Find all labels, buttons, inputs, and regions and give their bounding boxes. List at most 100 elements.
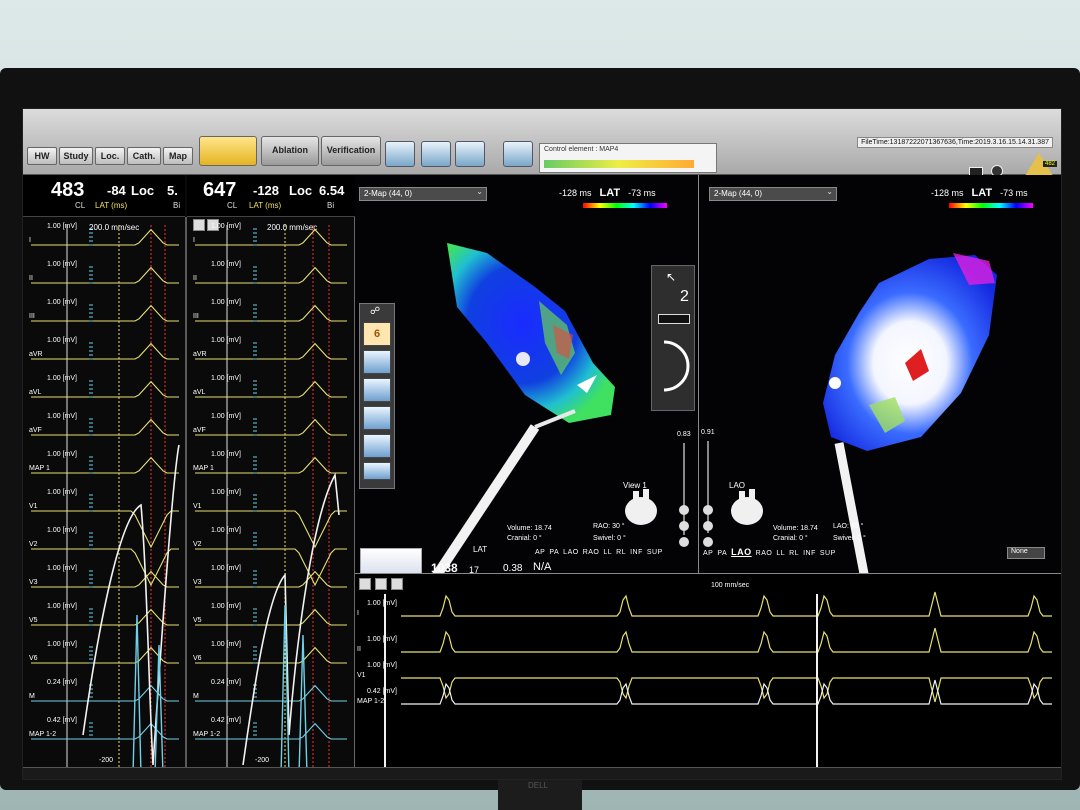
map-view-icon[interactable]: [385, 141, 415, 167]
lead-label: II: [29, 275, 33, 282]
mv-scale-label: 1.00 [mV]: [47, 413, 77, 420]
rotation-dial-icon[interactable]: [654, 336, 694, 396]
rotate-arrow-icon[interactable]: ↖: [666, 270, 676, 284]
slider-knob[interactable]: [679, 505, 689, 515]
map-view-2[interactable]: 2-Map (44, 0) -128 msLAT-73 ms 0.91: [699, 175, 1061, 573]
tab-study[interactable]: Study: [59, 147, 93, 165]
view-button-ll[interactable]: LL: [776, 550, 785, 557]
lead-label: III: [193, 313, 199, 320]
tool-layers-icon[interactable]: [363, 406, 391, 430]
ecg-tick-scale: [253, 646, 257, 664]
lead-label: V3: [193, 579, 202, 586]
ecg-tick-scale: [253, 494, 257, 512]
lead-label: MAP 1-2: [357, 698, 385, 705]
cranial-value: 0 °: [533, 535, 542, 542]
view-button-pa[interactable]: PA: [717, 550, 727, 557]
view-button-rao[interactable]: RAO: [583, 549, 600, 556]
phase-ablation-button[interactable]: Ablation: [261, 136, 319, 166]
slider-knob[interactable]: [679, 537, 689, 547]
mv-scale-label: 1.00 [mV]: [211, 299, 241, 306]
mv-scale-label: 0.42 [mV]: [211, 717, 241, 724]
rao-label: RAO: 30 °: [593, 523, 625, 530]
view-button-pa[interactable]: PA: [549, 549, 559, 556]
view-button-lao[interactable]: LAO: [563, 549, 579, 556]
map-view-1[interactable]: 2-Map (44, 0) -128 msLAT-73 ms ☍: [355, 175, 699, 582]
rotation-panel[interactable]: ↖ 2: [651, 265, 695, 411]
control-element-box[interactable]: Control element : MAP4: [539, 143, 717, 173]
ecg-trace: [31, 380, 179, 398]
phase-verification-button[interactable]: Verification: [321, 136, 381, 166]
mv-scale-label: 1.00 [mV]: [211, 565, 241, 572]
tab-map[interactable]: Map: [163, 147, 193, 165]
layout-icon[interactable]: [421, 141, 451, 167]
ecg-tick-scale: [89, 342, 93, 360]
mv-scale-label: 1.00 [mV]: [47, 375, 77, 382]
tool-points-icon[interactable]: [363, 378, 391, 402]
top-toolbar: HW Study Loc. Cath. Map Ablation Verific…: [23, 109, 1061, 179]
tool-hand-icon[interactable]: [363, 462, 391, 480]
mv-scale-label: 1.00 [mV]: [47, 527, 77, 534]
lead-label: V5: [29, 617, 38, 624]
ecg-trace: [195, 570, 347, 588]
opacity-slider[interactable]: [707, 441, 709, 533]
ecg-trace: [31, 304, 179, 322]
view-button-ap[interactable]: AP: [703, 550, 713, 557]
view-button-inf[interactable]: INF: [803, 550, 816, 557]
lead-label: I: [29, 237, 31, 244]
view-button-ap[interactable]: AP: [535, 549, 545, 556]
cranial-label-text: Cranial:: [773, 535, 798, 542]
phase-active-button[interactable]: [199, 136, 257, 166]
view-grid-icon[interactable]: [658, 314, 690, 324]
tab-hw[interactable]: HW: [27, 147, 57, 165]
ecg-tick-scale: [89, 570, 93, 588]
slider-knob[interactable]: [703, 521, 713, 531]
lead-label: V1: [357, 672, 366, 679]
tools-icon[interactable]: ☍: [370, 306, 380, 317]
lead-label: M: [29, 693, 35, 700]
view-button-inf[interactable]: INF: [630, 549, 643, 556]
slider-knob[interactable]: [679, 521, 689, 531]
lead-label: aVF: [193, 427, 206, 434]
lead-label: aVR: [193, 351, 207, 358]
slider-knob[interactable]: [703, 505, 713, 515]
view-buttons: AP PA LAO RAO LL RL INF SUP: [703, 547, 840, 557]
lead-label: I: [193, 237, 195, 244]
lead-label: aVR: [29, 351, 43, 358]
lead-label: V3: [29, 579, 38, 586]
lead-label: III: [29, 313, 35, 320]
view-button-ll[interactable]: LL: [603, 549, 612, 556]
tool-chart-icon[interactable]: [363, 350, 391, 374]
tool-cut-icon[interactable]: [363, 434, 391, 458]
ecg-trace: [31, 418, 179, 436]
tab-cath[interactable]: Cath.: [127, 147, 161, 165]
lead-label: MAP 1: [29, 465, 50, 472]
settings-icon[interactable]: [455, 141, 485, 167]
rao-value: 30 °: [612, 523, 625, 530]
bottom-ecg-traces: 0s1s2s3s: [355, 591, 1061, 779]
tab-loc[interactable]: Loc.: [95, 147, 125, 165]
view-button-lao[interactable]: LAO: [731, 547, 752, 557]
ecg-tick-scale: [89, 418, 93, 436]
tool-counter[interactable]: 6: [363, 322, 391, 346]
overlay-select[interactable]: None: [1007, 547, 1045, 559]
lead-label: I: [357, 610, 359, 617]
ecg-tick-scale: [89, 456, 93, 474]
ecg-tick-scale: [253, 266, 257, 284]
view-button-sup[interactable]: SUP: [647, 549, 663, 556]
mv-scale-label: 1.00 [mV]: [211, 641, 241, 648]
swivel-label-text: Swivel:: [833, 535, 856, 542]
mv-scale-label: 1.00 [mV]: [211, 337, 241, 344]
refresh-icon[interactable]: [503, 141, 533, 167]
lao-label-text: LAO:: [833, 523, 849, 530]
view-button-rl[interactable]: RL: [789, 550, 799, 557]
slider-knob[interactable]: [703, 537, 713, 547]
view-button-rao[interactable]: RAO: [756, 550, 773, 557]
view-button-rl[interactable]: RL: [616, 549, 626, 556]
cranial-label: Cranial: 0 °: [773, 535, 808, 542]
mv-scale-label: 1.00 [mV]: [47, 451, 77, 458]
ecg-tick-scale: [253, 532, 257, 550]
ecg-trace: [401, 591, 1052, 617]
lead-label: V2: [193, 541, 202, 548]
swivel-value: 0 °: [857, 535, 866, 542]
view-button-sup[interactable]: SUP: [820, 550, 836, 557]
